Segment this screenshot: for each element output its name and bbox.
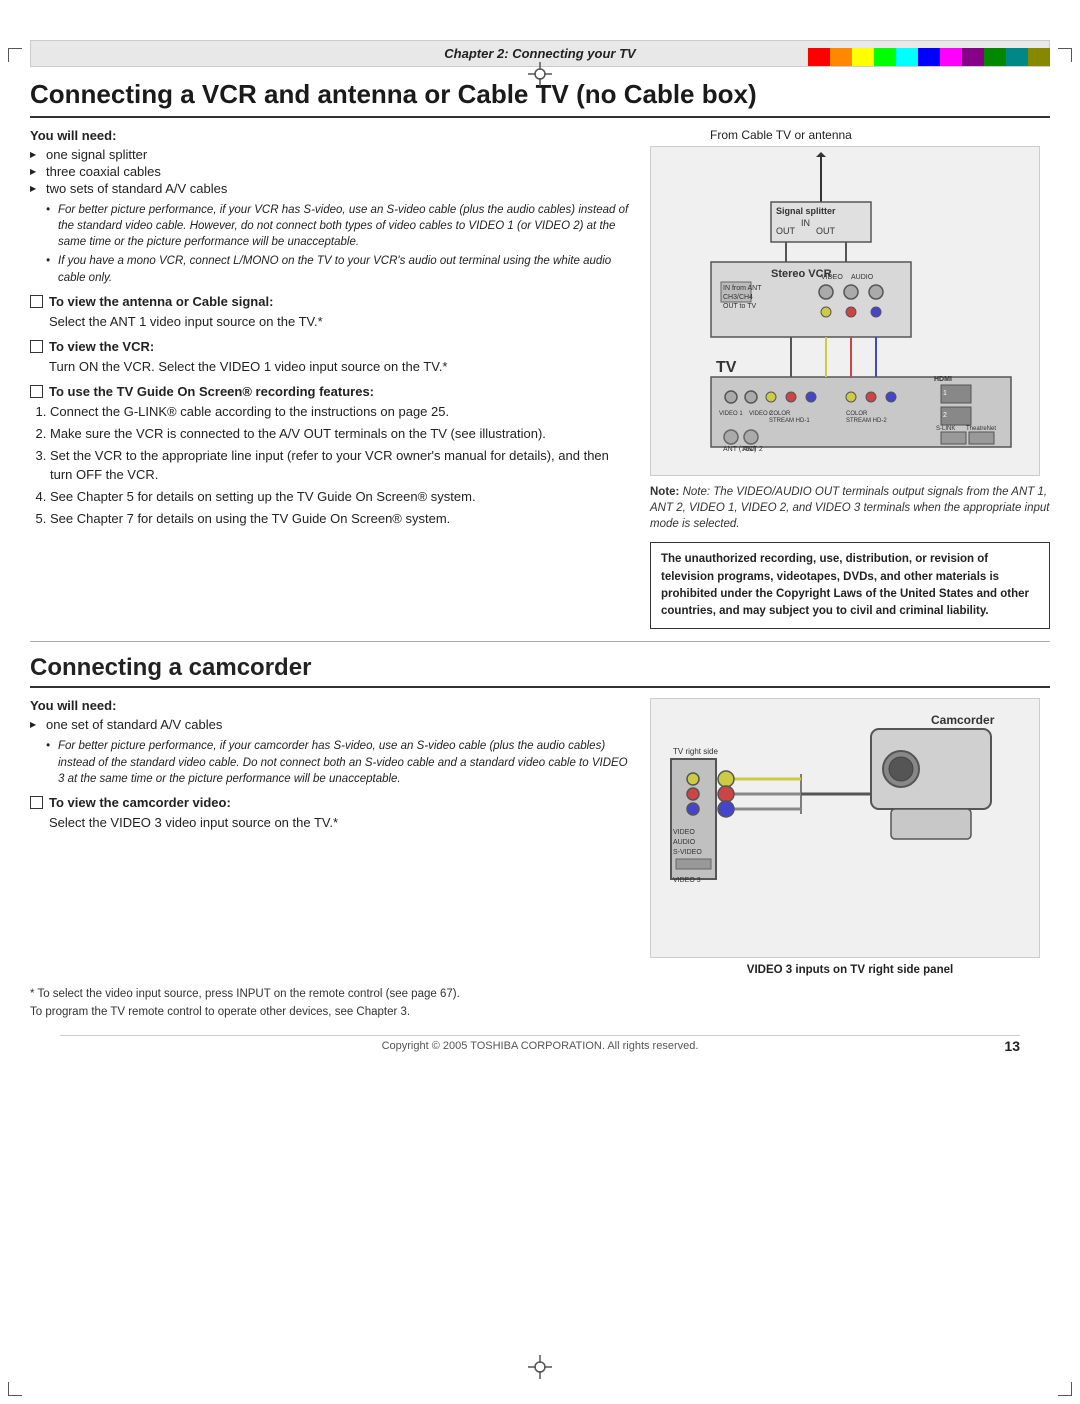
svg-text:IN from ANT: IN from ANT: [723, 285, 762, 292]
checkbox2-label: To view the VCR:: [49, 339, 154, 354]
svg-text:COLOR: COLOR: [769, 411, 791, 417]
step-4: See Chapter 5 for details on setting up …: [50, 488, 630, 506]
footnote: * To select the video input source, pres…: [30, 986, 1050, 1021]
compass-top: [528, 62, 552, 89]
svg-text:VIDEO 1: VIDEO 1: [719, 411, 743, 417]
checkbox2-content: Turn ON the VCR. Select the VIDEO 1 vide…: [49, 358, 630, 376]
bullet-item-2: three coaxial cables: [30, 164, 630, 179]
svg-text:OUT: OUT: [776, 226, 796, 236]
chapter-header-text: Chapter 2: Connecting your TV: [444, 46, 635, 61]
section2-divider: [30, 686, 1050, 688]
section2-title: Connecting a camcorder: [30, 654, 1050, 682]
section1-divider: [30, 116, 1050, 118]
footnote-line2: To program the TV remote control to oper…: [30, 1004, 1050, 1021]
section2-checkbox1-content: Select the VIDEO 3 video input source on…: [49, 814, 630, 832]
corner-mark-bl: [8, 1382, 22, 1396]
page-number: 13: [1004, 1038, 1020, 1054]
checkbox1-box[interactable]: [30, 295, 43, 308]
section1-right: From Cable TV or antenna Signal s: [650, 128, 1050, 629]
you-will-need-label: You will need:: [30, 128, 630, 143]
checkbox3-label: To use the TV Guide On Screen® recording…: [49, 384, 374, 399]
checkbox2-item: To view the VCR:: [30, 339, 630, 354]
bullet-item-3: two sets of standard A/V cables: [30, 181, 630, 196]
bullet-list: one signal splitter three coaxial cables…: [30, 147, 630, 196]
svg-text:Camcorder: Camcorder: [931, 713, 995, 727]
svg-text:STREAM HD-1: STREAM HD-1: [769, 418, 810, 424]
svg-text:HDMI: HDMI: [934, 376, 952, 383]
section1-left: You will need: one signal splitter three…: [30, 128, 630, 532]
checkbox1-content: Select the ANT 1 video input source on t…: [49, 313, 630, 331]
svg-text:STREAM HD-2: STREAM HD-2: [846, 418, 887, 424]
compass-bottom: [528, 1355, 552, 1382]
svg-text:IN: IN: [801, 218, 810, 228]
svg-text:1: 1: [943, 390, 947, 397]
vcr-diagram-svg: Signal splitter IN OUT OUT Stereo VCR: [651, 147, 1040, 476]
section2-content: You will need: one set of standard A/V c…: [30, 698, 1050, 976]
section2-checkbox1-box[interactable]: [30, 796, 43, 809]
step-5: See Chapter 7 for details on using the T…: [50, 510, 630, 528]
from-cable-label: From Cable TV or antenna: [650, 128, 1050, 142]
warning-box: The unauthorized recording, use, distrib…: [650, 542, 1050, 629]
section2-checkbox1: To view the camcorder video:: [30, 795, 630, 810]
section2-right: Camcorder: [650, 698, 1050, 976]
sub-bullet-list: For better picture performance, if your …: [46, 202, 630, 285]
bullet-item-1: one signal splitter: [30, 147, 630, 162]
sub-bullet-1: For better picture performance, if your …: [46, 202, 630, 250]
checkbox2-box[interactable]: [30, 340, 43, 353]
copyright-text: Copyright © 2005 TOSHIBA CORPORATION. Al…: [382, 1040, 699, 1052]
svg-text:AUDIO: AUDIO: [673, 839, 696, 846]
checkbox1-label: To view the antenna or Cable signal:: [49, 294, 273, 309]
checkbox3-item: To use the TV Guide On Screen® recording…: [30, 384, 630, 399]
section2: Connecting a camcorder You will need: on…: [30, 654, 1050, 1021]
checkbox1-item: To view the antenna or Cable signal:: [30, 294, 630, 309]
note-bold: Note:: [650, 486, 679, 498]
note-text: Note: Note: The VIDEO/AUDIO OUT terminal…: [650, 484, 1050, 532]
section1: Connecting a VCR and antenna or Cable TV…: [30, 79, 1050, 629]
section-divider2: [30, 641, 1050, 642]
svg-text:Signal splitter: Signal splitter: [776, 206, 836, 216]
svg-text:AUDIO: AUDIO: [851, 274, 874, 281]
section1-content: You will need: one signal splitter three…: [30, 128, 1050, 629]
video3-label: VIDEO 3 inputs on TV right side panel: [650, 964, 1050, 976]
section2-checkbox1-label: To view the camcorder video:: [49, 795, 231, 810]
svg-text:TV: TV: [716, 359, 737, 376]
section2-sub-bullet: For better picture performance, if your …: [46, 738, 630, 786]
corner-mark-br: [1058, 1382, 1072, 1396]
svg-text:COLOR: COLOR: [846, 411, 868, 417]
svg-text:TV right side: TV right side: [673, 747, 718, 756]
section2-you-will-need: You will need:: [30, 698, 630, 713]
sub-bullet-2: If you have a mono VCR, connect L/MONO o…: [46, 253, 630, 285]
corner-mark-tl: [8, 48, 22, 62]
section2-bullet-list: one set of standard A/V cables: [30, 717, 630, 732]
section2-left: You will need: one set of standard A/V c…: [30, 698, 630, 835]
svg-text:CH3/CH4: CH3/CH4: [723, 294, 753, 301]
svg-text:ANT 2: ANT 2: [743, 446, 763, 453]
svg-text:VIDEO 3: VIDEO 3: [673, 877, 701, 884]
section2-bullet-1: one set of standard A/V cables: [30, 717, 630, 732]
page-footer: Copyright © 2005 TOSHIBA CORPORATION. Al…: [60, 1035, 1020, 1052]
svg-text:VIDEO: VIDEO: [821, 274, 843, 281]
checkbox3-box[interactable]: [30, 385, 43, 398]
camcorder-svg: Camcorder: [651, 699, 1040, 958]
svg-text:VIDEO: VIDEO: [673, 829, 695, 836]
svg-text:S-VIDEO: S-VIDEO: [673, 849, 702, 856]
camcorder-diagram: Camcorder: [650, 698, 1040, 958]
svg-text:OUT to TV: OUT to TV: [723, 303, 757, 310]
color-bar: [808, 48, 1050, 66]
footnote-line1: * To select the video input source, pres…: [30, 986, 1050, 1003]
step-3: Set the VCR to the appropriate line inpu…: [50, 447, 630, 483]
svg-text:S-LINK: S-LINK: [936, 426, 955, 432]
svg-text:OUT: OUT: [816, 226, 836, 236]
corner-mark-tr: [1058, 48, 1072, 62]
svg-text:2: 2: [943, 412, 947, 419]
step-1: Connect the G-LINK® cable according to t…: [50, 403, 630, 421]
step-2: Make sure the VCR is connected to the A/…: [50, 425, 630, 443]
vcr-diagram: Signal splitter IN OUT OUT Stereo VCR: [650, 146, 1040, 476]
numbered-list: Connect the G-LINK® cable according to t…: [50, 403, 630, 528]
svg-text:TheatreNet: TheatreNet: [966, 426, 996, 432]
section2-sub-1: For better picture performance, if your …: [46, 738, 630, 786]
